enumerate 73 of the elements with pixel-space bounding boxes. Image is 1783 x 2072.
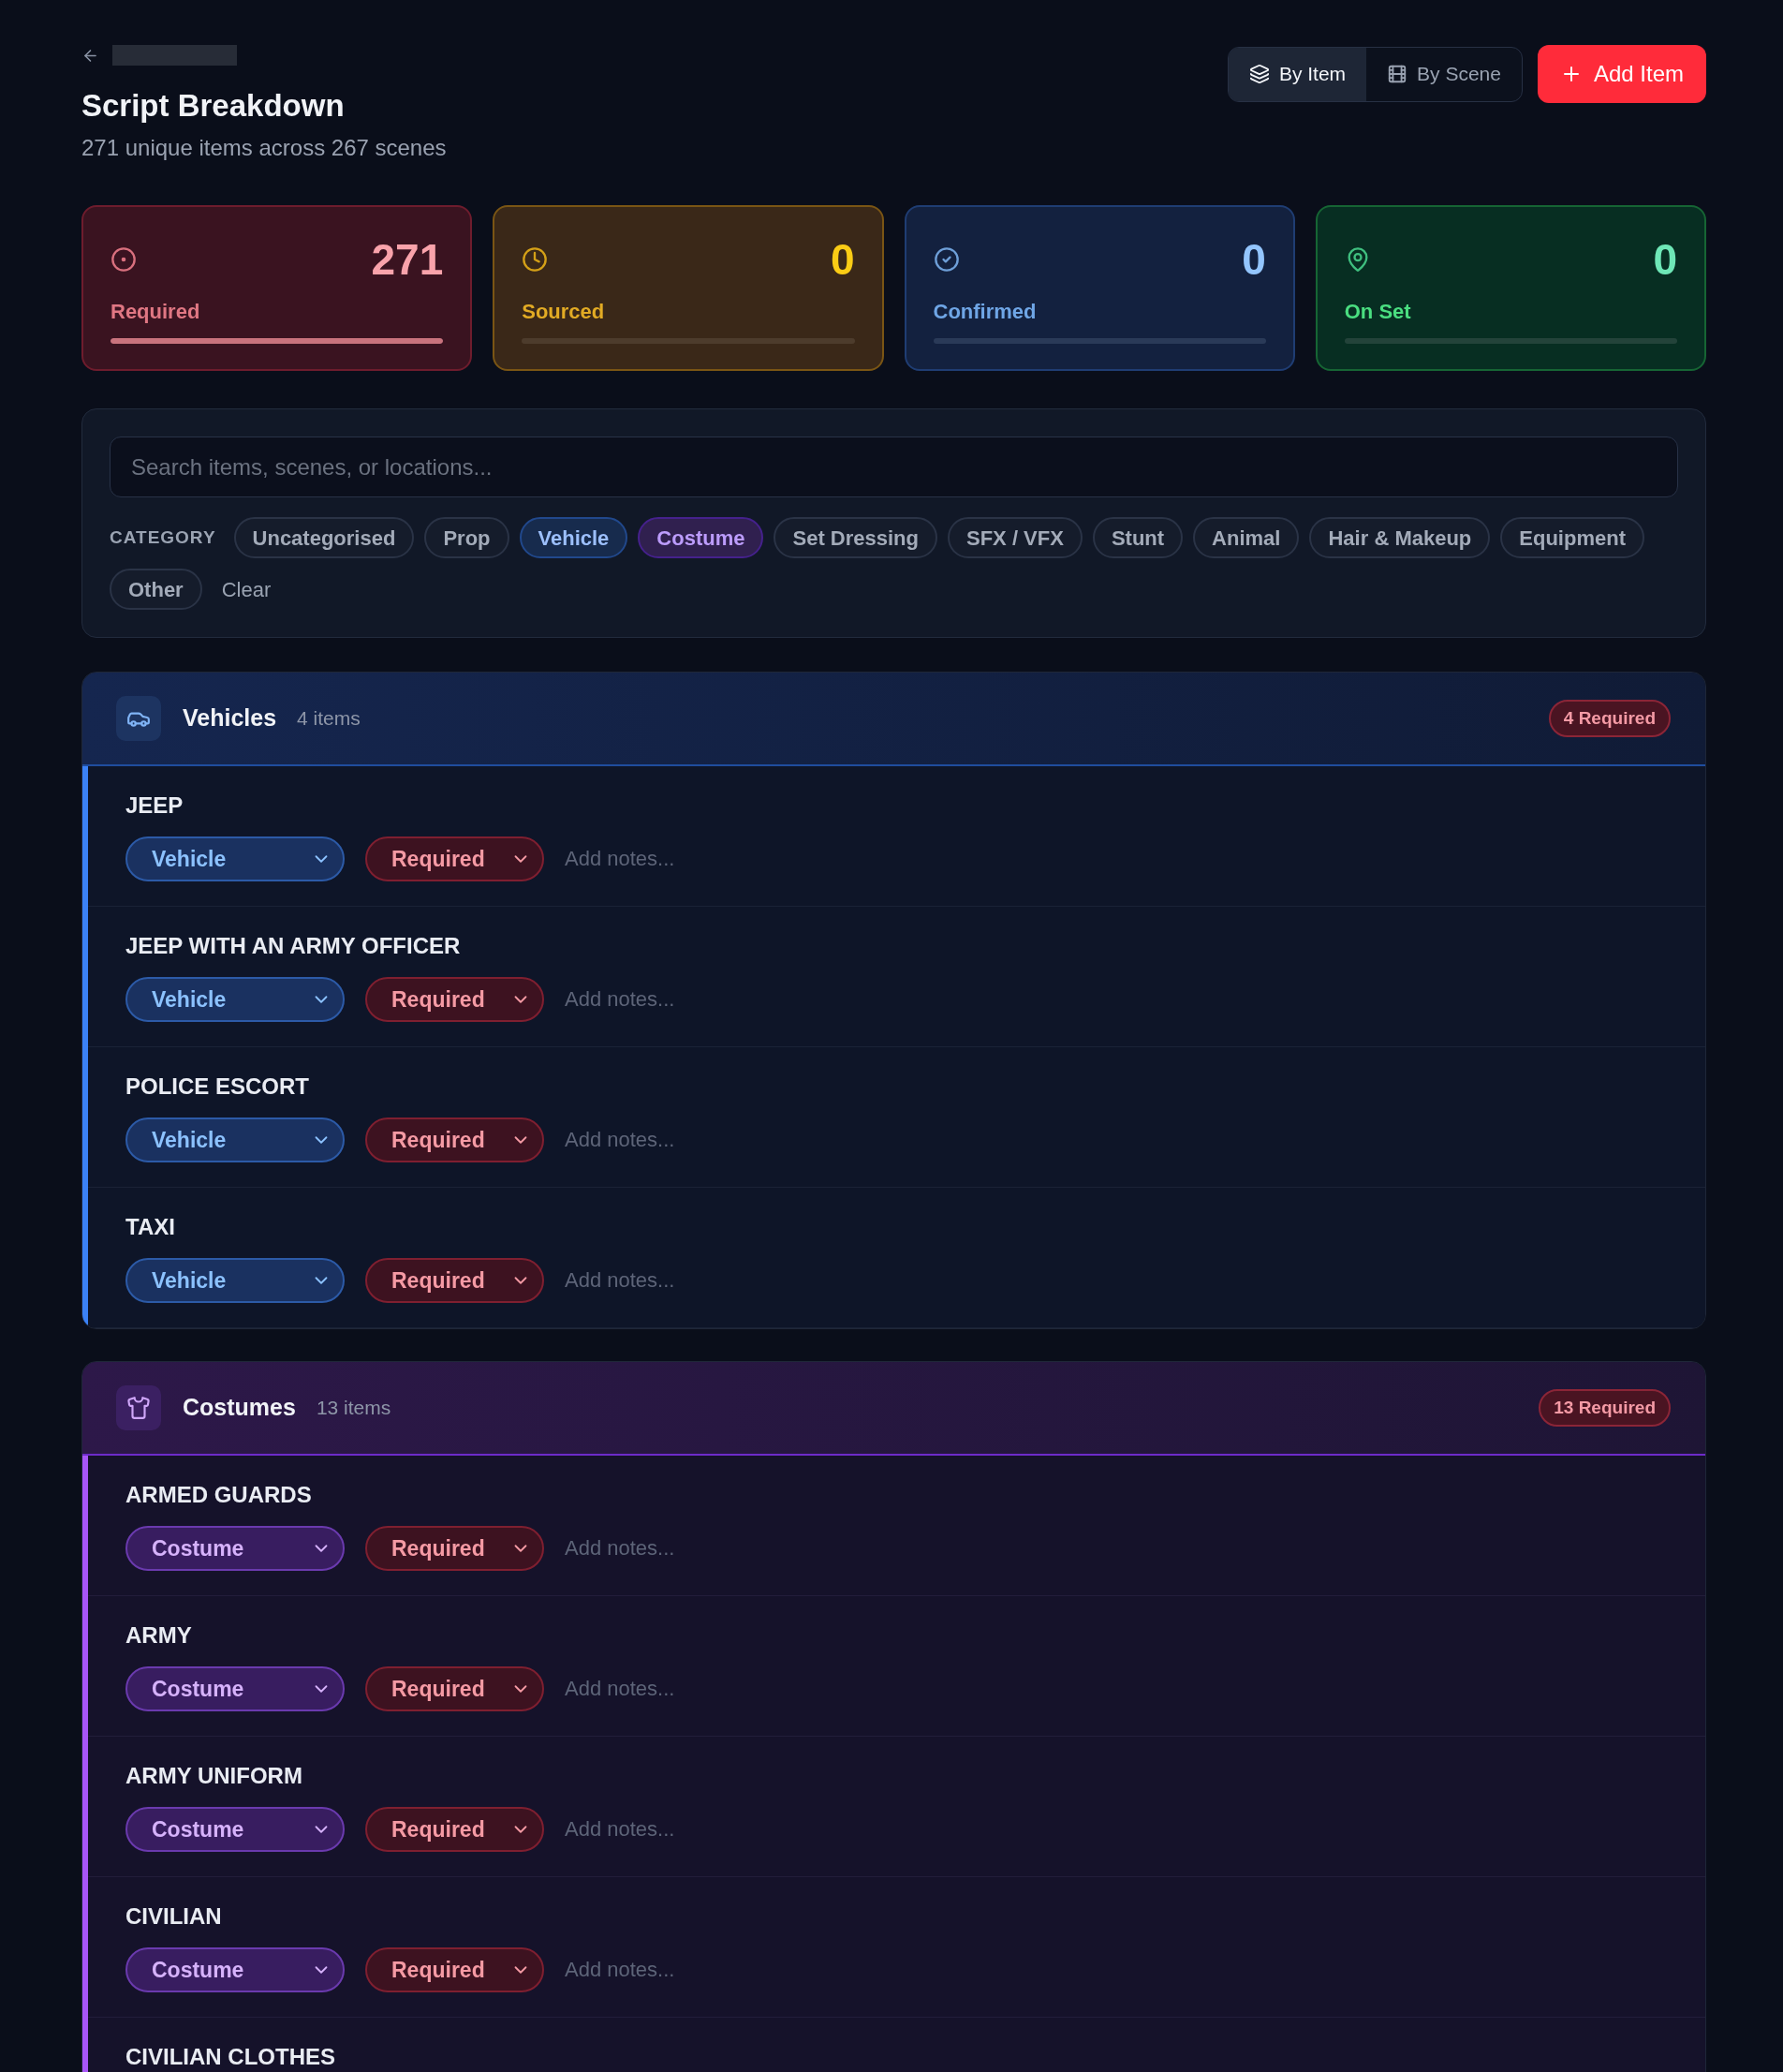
page-title: Script Breakdown [81, 87, 346, 125]
stat-value: 0 [1653, 243, 1677, 276]
film-icon [1387, 64, 1408, 84]
section-title: Vehicles [183, 703, 277, 733]
category-chip[interactable]: SFX / VFX [948, 517, 1083, 558]
section-count: 13 items [316, 1396, 391, 1421]
item-name: POLICE ESCORT [125, 1073, 311, 1100]
item-name: JEEP WITH AN ARMY OFFICER [125, 933, 462, 959]
category-chip[interactable]: Equipment [1500, 517, 1644, 558]
item-name: ARMY [125, 1622, 193, 1649]
category-chip[interactable]: Animal [1193, 517, 1300, 558]
clear-link[interactable]: Clear [212, 569, 281, 610]
shirt-icon [116, 1385, 161, 1430]
search-field[interactable]: Search items, scenes, or locations... [110, 437, 1678, 497]
item-name: ARMY UNIFORM [125, 1763, 303, 1789]
category-select[interactable]: Costume [125, 1526, 345, 1571]
item-name: ARMED GUARDS [125, 1482, 313, 1508]
section-count: 4 items [297, 706, 361, 732]
status-select[interactable]: Required [365, 1666, 544, 1711]
view-tab[interactable]: By Item [1228, 47, 1367, 101]
notes-field[interactable]: Add notes... [565, 1947, 789, 1992]
stat-label: On Set [1344, 299, 1412, 325]
category-select[interactable]: Costume [125, 1947, 345, 1992]
required-count-badge: 4 Required [1548, 700, 1671, 737]
stat-label: Confirmed [933, 299, 1038, 325]
category-chip[interactable]: Vehicle [519, 517, 628, 558]
category-select[interactable]: Vehicle [125, 1117, 345, 1162]
item-name: TAXI [125, 1214, 176, 1240]
notes-field[interactable]: Add notes... [565, 1258, 789, 1303]
category-chip[interactable]: Stunt [1092, 517, 1184, 558]
category-chip[interactable]: Prop [424, 517, 509, 558]
clock-icon [522, 246, 549, 273]
category-chip[interactable]: Other [110, 569, 202, 610]
notes-field[interactable]: Add notes... [565, 1666, 789, 1711]
notes-field[interactable]: Add notes... [565, 836, 789, 881]
section-title: Costumes [183, 1393, 296, 1423]
notes-field[interactable]: Add notes... [565, 1117, 789, 1162]
status-select[interactable]: Required [365, 1807, 544, 1852]
item-name: JEEP [125, 792, 184, 819]
category-label: CATEGORY [110, 525, 216, 549]
category-select[interactable]: Costume [125, 1666, 345, 1711]
notes-field[interactable]: Add notes... [565, 1807, 789, 1852]
stat-value: 271 [371, 243, 444, 276]
item-name: CIVILIAN CLOTHES [125, 2044, 336, 2070]
item-name: CIVILIAN [125, 1903, 223, 1930]
notes-field[interactable]: Add notes... [565, 1526, 789, 1571]
category-chip[interactable]: Set Dressing [774, 517, 937, 558]
status-select[interactable]: Required [365, 836, 544, 881]
status-select[interactable]: Required [365, 977, 544, 1022]
page-subtitle: 271 unique items across 267 scenes [81, 134, 447, 162]
stat-label: Required [111, 299, 201, 325]
stat-value: 0 [1242, 243, 1266, 276]
check-circle-icon [933, 246, 960, 273]
status-select[interactable]: Required [365, 1117, 544, 1162]
circle-dot-icon [111, 246, 137, 273]
category-chip[interactable]: Uncategorised [233, 517, 415, 558]
layers-icon [1248, 64, 1270, 84]
category-select[interactable]: Vehicle [125, 836, 345, 881]
car-icon [116, 696, 161, 741]
category-select[interactable]: Vehicle [125, 977, 345, 1022]
view-tab[interactable]: By Scene [1366, 47, 1522, 101]
category-select[interactable]: Costume [125, 1807, 345, 1852]
add-item-button[interactable]: Add Item [1537, 45, 1706, 103]
category-select[interactable]: Vehicle [125, 1258, 345, 1303]
category-chip[interactable]: Hair & Makeup [1309, 517, 1491, 558]
stat-value: 0 [830, 243, 855, 276]
status-select[interactable]: Required [365, 1258, 544, 1303]
status-select[interactable]: Required [365, 1947, 544, 1992]
status-select[interactable]: Required [365, 1526, 544, 1571]
stat-label: Sourced [522, 299, 606, 325]
notes-field[interactable]: Add notes... [565, 977, 789, 1022]
required-count-badge: 13 Required [1539, 1389, 1671, 1427]
category-chip[interactable]: Costume [638, 517, 764, 558]
